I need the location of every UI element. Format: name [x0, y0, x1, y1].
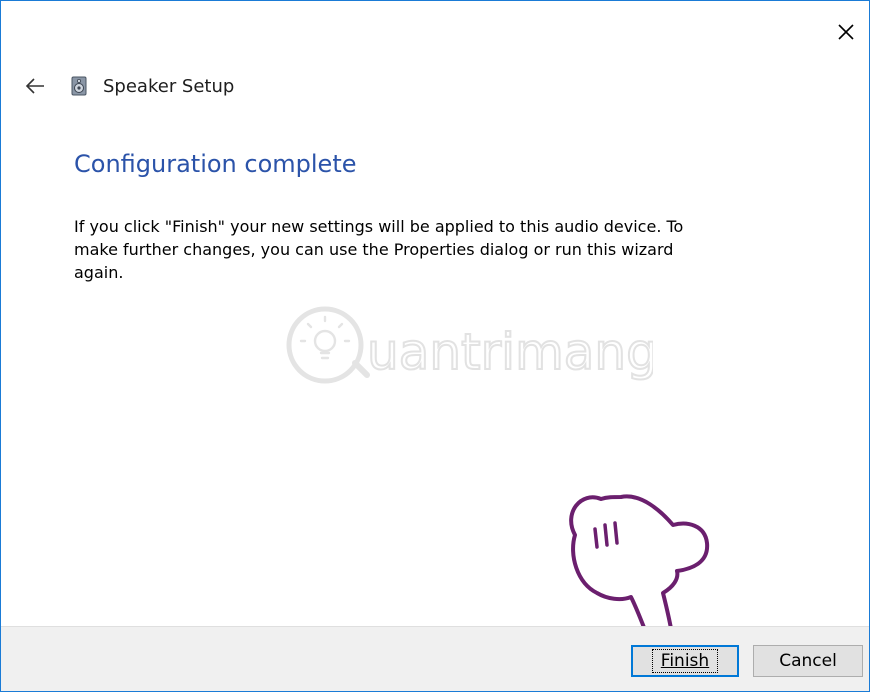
close-button[interactable]: [829, 15, 863, 49]
speaker-icon: [71, 76, 87, 96]
back-button[interactable]: [23, 74, 47, 98]
cancel-button[interactable]: Cancel: [753, 645, 863, 677]
finish-button-label: Finish: [651, 649, 719, 673]
watermark-text: uantrimang: [367, 323, 653, 381]
close-icon: [838, 24, 854, 40]
page-heading: Configuration complete: [74, 150, 357, 178]
cancel-button-label: Cancel: [779, 651, 837, 671]
finish-button[interactable]: Finish: [631, 645, 739, 677]
window-title: Speaker Setup: [103, 75, 235, 97]
wizard-header: Speaker Setup: [23, 71, 234, 101]
instruction-text: If you click "Finish" your new settings …: [74, 217, 684, 282]
speaker-setup-window: Speaker Setup Configuration complete If …: [0, 0, 870, 692]
watermark-logo: uantrimang: [286, 306, 653, 384]
wizard-footer: Finish Cancel: [1, 626, 869, 691]
back-arrow-icon: [25, 78, 44, 94]
